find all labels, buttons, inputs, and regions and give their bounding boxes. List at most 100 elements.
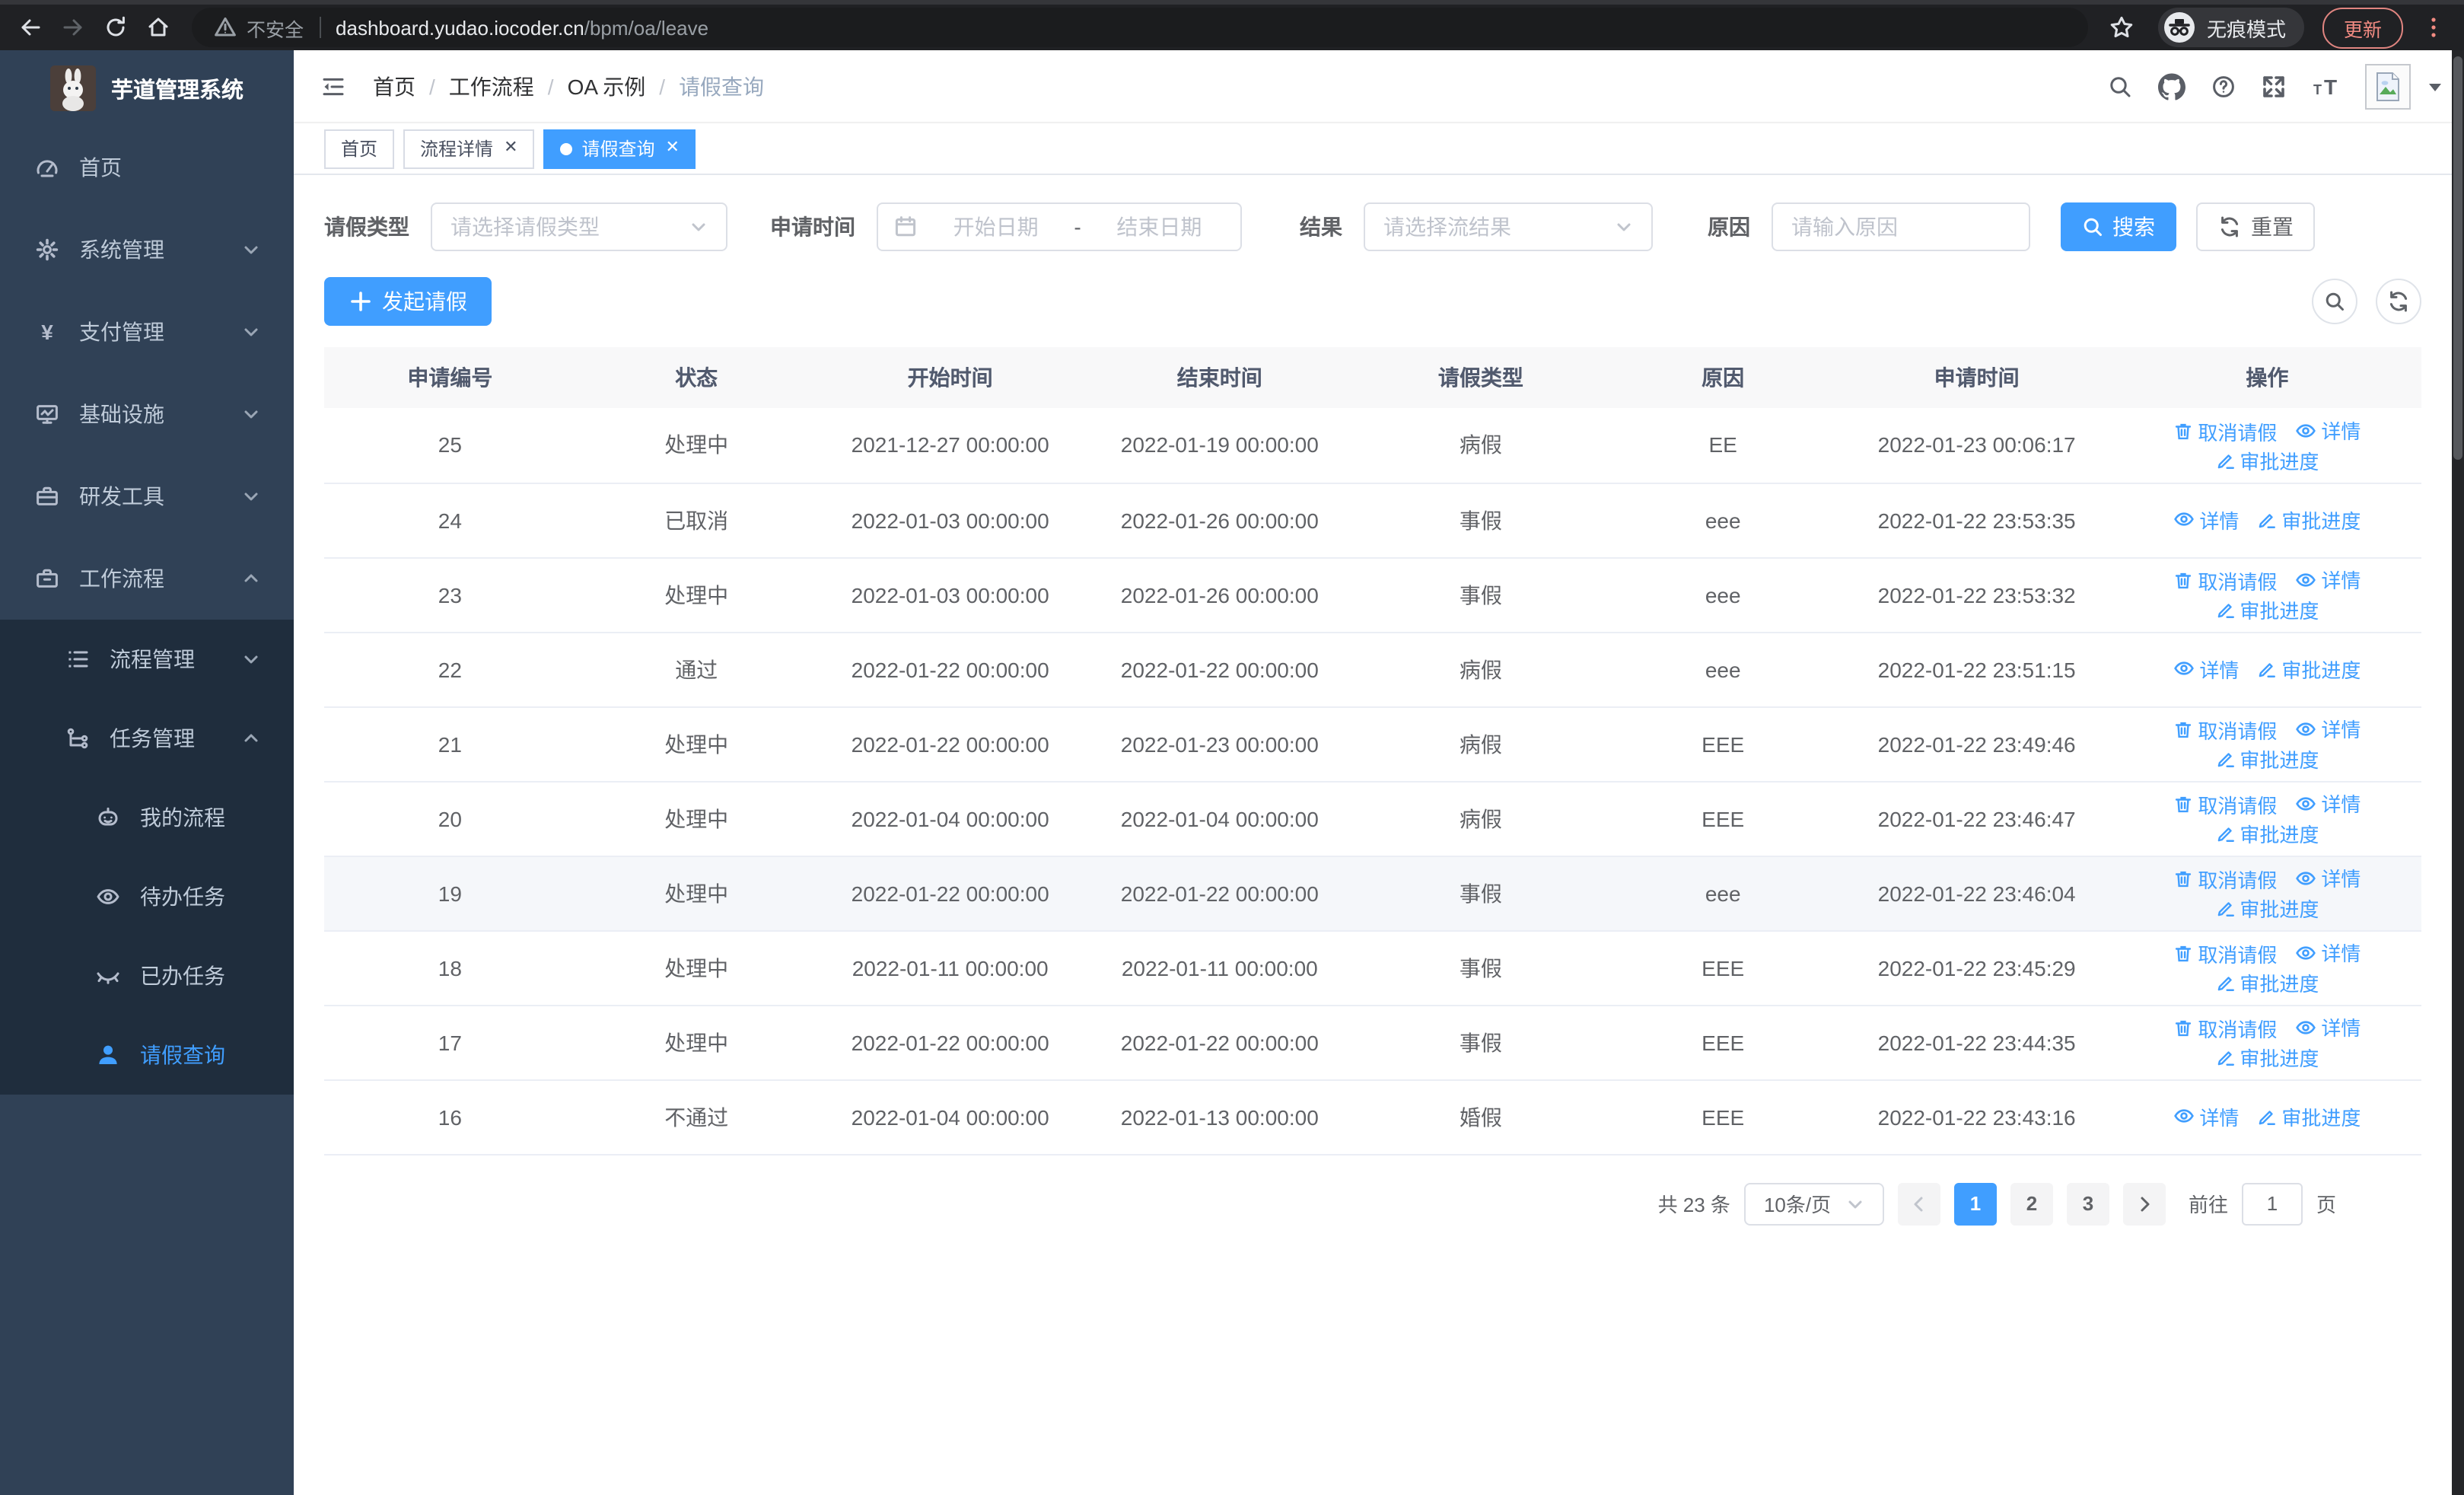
sidebar-item-label: 支付管理 xyxy=(79,320,164,344)
sidebar-item-system[interactable]: 系统管理 xyxy=(0,209,294,291)
progress-link[interactable]: 审批进度 xyxy=(2215,744,2319,773)
page-button-1[interactable]: 1 xyxy=(1953,1182,1997,1225)
prev-page-button[interactable] xyxy=(1897,1182,1940,1225)
scrollbar-thumb[interactable] xyxy=(2453,56,2462,460)
cell-reason: EEE xyxy=(1605,1005,1841,1080)
cancel-leave-link[interactable]: 取消请假 xyxy=(2173,1014,2277,1043)
sidebar-item-home[interactable]: 首页 xyxy=(0,126,294,209)
pen-icon xyxy=(2215,898,2235,918)
page-size-select[interactable]: 10条/页 xyxy=(1743,1182,1884,1225)
detail-link[interactable]: 详情 xyxy=(2173,505,2239,534)
cancel-leave-link[interactable]: 取消请假 xyxy=(2173,566,2277,595)
sidebar-item-done-tasks[interactable]: 已办任务 xyxy=(0,936,294,1015)
close-icon[interactable]: ✕ xyxy=(666,139,680,157)
sidebar-item-payment[interactable]: ¥ 支付管理 xyxy=(0,291,294,373)
progress-link[interactable]: 审批进度 xyxy=(2257,655,2361,684)
result-select[interactable]: 请选择流结果 xyxy=(1364,202,1653,251)
detail-link[interactable]: 详情 xyxy=(2295,715,2361,744)
detail-link[interactable]: 详情 xyxy=(2173,1102,2239,1131)
header-search-button[interactable] xyxy=(2108,74,2132,98)
browser-back-button[interactable] xyxy=(12,9,49,46)
cell-end: 2022-01-26 00:00:00 xyxy=(1083,557,1356,633)
apply-time-range-picker[interactable]: 开始日期 - 结束日期 xyxy=(877,202,1242,251)
browser-menu-button[interactable] xyxy=(2418,15,2449,40)
tag-tab-leave-query[interactable]: 请假查询 ✕ xyxy=(543,129,696,168)
detail-link[interactable]: 详情 xyxy=(2295,566,2361,594)
reason-input[interactable] xyxy=(1791,215,2010,239)
action-label: 取消请假 xyxy=(2198,1018,2278,1041)
page-button-2[interactable]: 2 xyxy=(2010,1182,2053,1225)
bookmark-button[interactable] xyxy=(2103,9,2140,46)
cancel-leave-link[interactable]: 取消请假 xyxy=(2173,416,2277,445)
cancel-leave-link[interactable]: 取消请假 xyxy=(2173,939,2277,968)
tag-tab-process-detail[interactable]: 流程详情 ✕ xyxy=(403,129,535,168)
font-size-button[interactable]: TT xyxy=(2312,74,2339,98)
cell-start: 2022-01-22 00:00:00 xyxy=(817,632,1084,707)
leave-type-label: 请假类型 xyxy=(324,215,409,239)
logo[interactable]: 芋道管理系统 xyxy=(0,50,294,126)
eye-icon xyxy=(2295,868,2316,889)
detail-link[interactable]: 详情 xyxy=(2173,655,2239,684)
github-button[interactable] xyxy=(2158,72,2185,100)
sidebar-item-process-mgmt[interactable]: 流程管理 xyxy=(0,620,294,699)
sidebar-item-my-process[interactable]: 我的流程 xyxy=(0,778,294,857)
browser-forward-button[interactable] xyxy=(55,9,91,46)
reset-button[interactable]: 重置 xyxy=(2196,202,2315,251)
avatar-caret-icon[interactable] xyxy=(2427,78,2443,94)
browser-update-button[interactable]: 更新 xyxy=(2322,7,2403,48)
cell-status: 通过 xyxy=(575,632,817,707)
cell-reason: eee xyxy=(1605,557,1841,633)
progress-link[interactable]: 审批进度 xyxy=(2215,445,2319,474)
next-page-button[interactable] xyxy=(2122,1182,2166,1225)
progress-link[interactable]: 审批进度 xyxy=(2215,595,2319,624)
page-button-3[interactable]: 3 xyxy=(2066,1182,2109,1225)
page-buttons: 123 xyxy=(1953,1182,2109,1225)
search-button[interactable]: 搜索 xyxy=(2061,202,2176,251)
sidebar-item-leave-query[interactable]: 请假查询 xyxy=(0,1015,294,1095)
page-scrollbar[interactable] xyxy=(2452,50,2464,1495)
browser-home-button[interactable] xyxy=(140,9,177,46)
sidebar-fold-button[interactable] xyxy=(321,74,345,98)
progress-link[interactable]: 审批进度 xyxy=(2215,894,2319,923)
detail-link[interactable]: 详情 xyxy=(2295,1013,2361,1042)
progress-link[interactable]: 审批进度 xyxy=(2257,1103,2361,1132)
breadcrumb-separator: / xyxy=(659,74,666,98)
detail-link[interactable]: 详情 xyxy=(2295,864,2361,893)
detail-link[interactable]: 详情 xyxy=(2295,789,2361,818)
fullscreen-button[interactable] xyxy=(2262,74,2286,98)
goto-page-input[interactable] xyxy=(2241,1182,2303,1225)
breadcrumb-item[interactable]: 工作流程 xyxy=(449,71,534,101)
sidebar-item-devtools[interactable]: 研发工具 xyxy=(0,455,294,537)
action-label: 详情 xyxy=(2321,868,2361,891)
sidebar-item-workflow[interactable]: 工作流程 xyxy=(0,537,294,620)
progress-link[interactable]: 审批进度 xyxy=(2257,506,2361,535)
sidebar-item-infrastructure[interactable]: 基础设施 xyxy=(0,373,294,455)
browser-reload-button[interactable] xyxy=(97,9,134,46)
breadcrumb-item[interactable]: OA 示例 xyxy=(568,71,646,101)
progress-link[interactable]: 审批进度 xyxy=(2215,968,2319,997)
progress-link[interactable]: 审批进度 xyxy=(2215,819,2319,848)
help-button[interactable] xyxy=(2211,74,2236,98)
cell-actions: 详情 审批进度 xyxy=(2112,1079,2421,1155)
cell-start: 2022-01-11 00:00:00 xyxy=(817,930,1084,1006)
breadcrumb-item[interactable]: 首页 xyxy=(373,71,415,101)
chevron-down-icon xyxy=(1843,1191,1867,1216)
create-leave-button[interactable]: 发起请假 xyxy=(324,277,492,326)
tag-tab-home[interactable]: 首页 xyxy=(324,129,395,168)
cancel-leave-link[interactable]: 取消请假 xyxy=(2173,790,2277,819)
detail-link[interactable]: 详情 xyxy=(2295,939,2361,967)
cancel-leave-link[interactable]: 取消请假 xyxy=(2173,716,2277,744)
show-search-button[interactable] xyxy=(2312,279,2357,324)
cell-start: 2022-01-22 00:00:00 xyxy=(817,1005,1084,1080)
refresh-table-button[interactable] xyxy=(2376,279,2421,324)
sidebar-item-task-mgmt[interactable]: 任务管理 xyxy=(0,699,294,778)
avatar[interactable] xyxy=(2365,63,2411,109)
cancel-leave-link[interactable]: 取消请假 xyxy=(2173,865,2277,894)
trash-icon xyxy=(2173,421,2193,441)
close-icon[interactable]: ✕ xyxy=(504,139,517,157)
sidebar-item-todo-tasks[interactable]: 待办任务 xyxy=(0,857,294,936)
address-bar[interactable]: 不安全 dashboard.yudao.iocoder.cn/bpm/oa/le… xyxy=(192,8,2088,47)
detail-link[interactable]: 详情 xyxy=(2295,416,2361,445)
progress-link[interactable]: 审批进度 xyxy=(2215,1043,2319,1072)
leave-type-select[interactable]: 请选择请假类型 xyxy=(431,202,727,251)
